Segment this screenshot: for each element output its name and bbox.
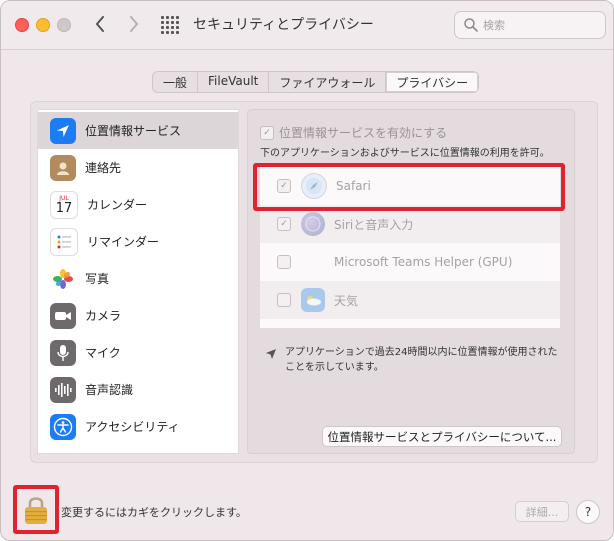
sidebar-item-reminders[interactable]: リマインダー: [38, 223, 238, 260]
app-row-teams-helper[interactable]: Microsoft Teams Helper (GPU): [260, 243, 560, 281]
tab-firewall[interactable]: ファイアウォール: [269, 72, 387, 92]
sidebar-item-microphone[interactable]: マイク: [38, 334, 238, 371]
privacy-sidebar[interactable]: 位置情報サービス 連絡先 JUL 17 カレンダー リマインダー 写真 カメラ …: [37, 109, 239, 454]
sidebar-item-label: 連絡先: [85, 161, 122, 175]
enable-location-label: 位置情報サービスを有効にする: [279, 126, 448, 140]
location-usage-note: アプリケーションで過去24時間以内に位置情報が使用されたことを示しています。: [265, 345, 565, 375]
location-arrow-icon: [266, 349, 276, 359]
waveform-icon: [50, 376, 76, 403]
contacts-icon: [50, 154, 76, 181]
title-bar: セキュリティとプライバシー 検索: [1, 1, 613, 50]
calendar-day: 17: [55, 200, 73, 216]
siri-icon: [301, 212, 325, 236]
app-name: Siriと音声入力: [334, 217, 414, 232]
chevron-left-icon: [95, 16, 104, 32]
app-name: Microsoft Teams Helper (GPU): [334, 255, 513, 269]
search-placeholder: 検索: [483, 19, 505, 32]
sidebar-item-label: 位置情報サービス: [85, 124, 182, 138]
preferences-window: セキュリティとプライバシー 検索 一般 FileVault ファイアウォール プ…: [0, 0, 614, 541]
window-title: セキュリティとプライバシー: [193, 17, 374, 33]
minimize-button[interactable]: [36, 18, 50, 32]
close-button[interactable]: [15, 18, 29, 32]
checkbox[interactable]: ✓: [260, 125, 274, 140]
app-checkbox[interactable]: [277, 293, 291, 307]
forward-button[interactable]: [123, 13, 145, 35]
sidebar-item-label: 写真: [85, 272, 110, 286]
sidebar-item-label: リマインダー: [87, 235, 160, 249]
tab-privacy[interactable]: プライバシー: [386, 72, 479, 92]
enable-location-checkbox[interactable]: ✓ 位置情報サービスを有効にする: [260, 124, 447, 141]
sidebar-item-label: カレンダー: [87, 198, 148, 212]
reminders-icon: [50, 227, 78, 256]
back-button[interactable]: [89, 13, 111, 35]
sidebar-item-label: 音声認識: [85, 383, 134, 397]
about-location-privacy-button[interactable]: 位置情報サービスとプライバシーについて...: [322, 426, 562, 447]
location-arrow-icon: [50, 117, 76, 144]
search-icon: [464, 18, 478, 32]
zoom-button[interactable]: [57, 18, 71, 32]
details-button[interactable]: 詳細...: [515, 501, 569, 522]
sidebar-item-location[interactable]: 位置情報サービス: [38, 112, 238, 149]
blank-app-icon: [301, 250, 325, 274]
sidebar-item-photos[interactable]: 写真: [38, 260, 238, 297]
lock-instruction-text: 変更するにはカギをクリックします。: [61, 506, 247, 519]
sidebar-item-label: カメラ: [85, 309, 122, 323]
help-button[interactable]: ?: [576, 500, 600, 524]
photos-icon: [50, 265, 76, 292]
sidebar-item-label: マイク: [85, 346, 121, 360]
show-all-grid-icon[interactable]: [161, 16, 179, 34]
microphone-icon: [50, 339, 76, 366]
app-checkbox[interactable]: [277, 255, 291, 269]
location-usage-text: アプリケーションで過去24時間以内に位置情報が使用されたことを示しています。: [285, 347, 558, 373]
chevron-right-icon: [130, 16, 139, 32]
search-field[interactable]: 検索: [454, 11, 606, 39]
sidebar-item-label: アクセシビリティ: [85, 420, 180, 434]
app-row-weather[interactable]: 天気: [260, 281, 560, 319]
lock-highlight-box: [13, 485, 59, 534]
tab-general[interactable]: 一般: [153, 72, 199, 92]
sidebar-item-speech-recognition[interactable]: 音声認識: [38, 371, 238, 408]
sidebar-item-calendar[interactable]: JUL 17 カレンダー: [38, 186, 238, 223]
calendar-icon: JUL 17: [50, 190, 78, 219]
tab-filevault[interactable]: FileVault: [198, 72, 270, 92]
tab-bar: 一般 FileVault ファイアウォール プライバシー: [152, 71, 480, 93]
weather-icon: [301, 288, 325, 312]
app-name: 天気: [334, 293, 359, 308]
sidebar-item-accessibility[interactable]: アクセシビリティ: [38, 408, 238, 445]
safari-highlight-box: [253, 163, 565, 211]
sidebar-item-contacts[interactable]: 連絡先: [38, 149, 238, 186]
location-description: 下のアプリケーションおよびサービスに位置情報の利用を許可。: [260, 148, 550, 159]
accessibility-icon: [50, 413, 76, 440]
sidebar-item-camera[interactable]: カメラ: [38, 297, 238, 334]
camera-icon: [50, 302, 76, 329]
app-checkbox[interactable]: ✓: [277, 217, 291, 231]
